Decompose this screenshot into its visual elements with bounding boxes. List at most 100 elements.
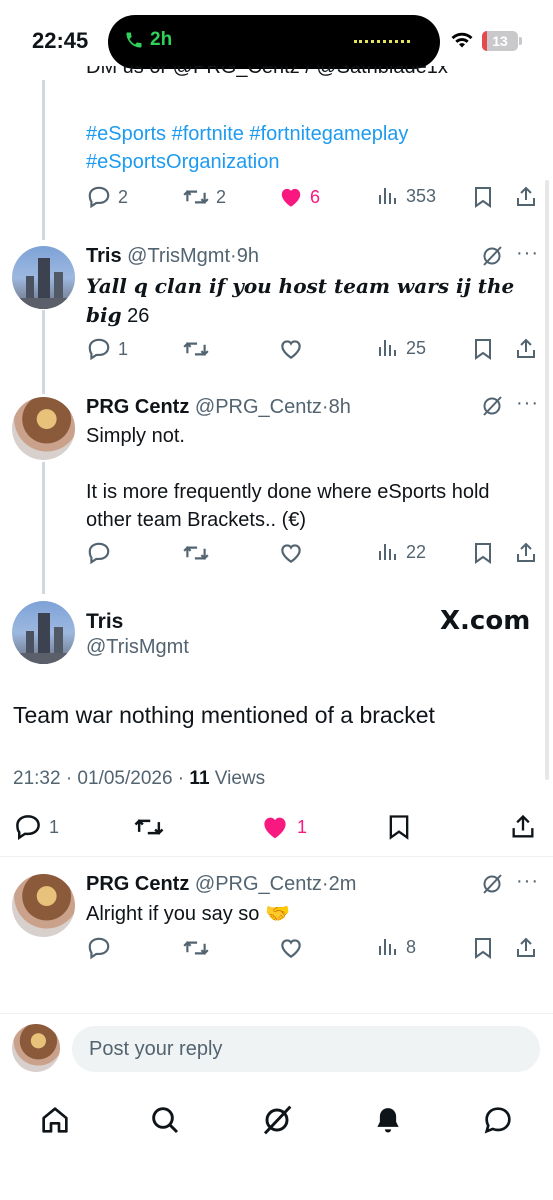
bookmark-icon xyxy=(389,815,409,840)
bookmark-button[interactable] xyxy=(471,935,495,961)
tab-grok[interactable] xyxy=(257,1100,297,1140)
tab-notifications[interactable] xyxy=(368,1100,408,1140)
repost-icon xyxy=(183,941,209,955)
views-button[interactable]: 353 xyxy=(376,184,436,208)
tab-messages[interactable] xyxy=(478,1100,518,1140)
display-name[interactable]: Tris xyxy=(86,245,122,267)
tweet-header: Tris @TrisMgmt·9h xyxy=(86,245,259,268)
like-button[interactable]: 1 xyxy=(259,812,307,842)
bookmark-button[interactable] xyxy=(471,184,495,210)
share-icon xyxy=(517,542,535,562)
repost-button[interactable] xyxy=(133,812,165,842)
more-options-icon[interactable]: ··· xyxy=(516,242,539,265)
handle[interactable]: @TrisMgmt xyxy=(127,245,230,267)
call-indicator[interactable]: 2h xyxy=(124,29,172,51)
more-options-icon[interactable]: ··· xyxy=(516,870,539,893)
tweet-text-line: It is more frequently done where eSports… xyxy=(86,481,490,531)
like-button[interactable]: 6 xyxy=(278,184,320,210)
thread-connector xyxy=(42,310,45,394)
avatar[interactable] xyxy=(12,601,75,664)
like-button[interactable] xyxy=(278,540,304,566)
avatar[interactable] xyxy=(12,397,75,460)
share-button[interactable] xyxy=(514,336,538,362)
share-button[interactable] xyxy=(514,184,538,210)
handle[interactable]: @TrisMgmt xyxy=(86,636,189,659)
bookmark-button[interactable] xyxy=(471,336,495,362)
reply-button[interactable]: 1 xyxy=(86,336,128,362)
heart-icon xyxy=(281,340,301,359)
tweet-text: Alright if you say so 🤝 xyxy=(86,903,290,925)
reply-count: 1 xyxy=(49,816,60,837)
views-button[interactable]: 8 xyxy=(376,935,416,959)
repost-icon xyxy=(183,190,209,204)
share-button[interactable] xyxy=(514,935,538,961)
reply-icon xyxy=(88,338,110,361)
tweet-header: PRG Centz @PRG_Centz·8h xyxy=(86,396,351,419)
share-icon xyxy=(517,338,535,358)
avatar[interactable] xyxy=(12,874,75,937)
bottom-tab-bar xyxy=(0,1090,553,1150)
clock: 22:45 xyxy=(32,28,89,53)
tweet-actions: 22 xyxy=(86,540,541,570)
views-button[interactable]: 25 xyxy=(376,336,426,360)
grok-icon[interactable] xyxy=(480,244,504,268)
reply-button[interactable] xyxy=(86,540,112,566)
hashtag-line[interactable]: #eSports #fortnite #fortnitegameplay xyxy=(86,120,526,148)
handle[interactable]: @PRG_Centz xyxy=(195,396,322,418)
hashtags[interactable]: #eSports #fortnite #fortnitegameplay #eS… xyxy=(86,120,526,176)
repost-icon xyxy=(183,342,209,356)
messages-icon xyxy=(484,1107,511,1134)
tweet-time: 2m xyxy=(328,873,357,895)
views-button[interactable]: 22 xyxy=(376,540,426,564)
bookmark-icon xyxy=(475,187,491,208)
bookmark-button[interactable] xyxy=(385,812,413,842)
battery-indicator: 13 xyxy=(482,31,518,51)
own-avatar[interactable] xyxy=(12,1024,60,1072)
scrollbar[interactable] xyxy=(545,180,549,780)
separator-dot: · xyxy=(230,245,237,267)
tab-search[interactable] xyxy=(145,1100,185,1140)
share-button[interactable] xyxy=(509,812,537,842)
tab-home[interactable] xyxy=(35,1100,75,1140)
home-icon xyxy=(42,1107,68,1133)
reply-input[interactable] xyxy=(72,1026,540,1072)
hashtag-line[interactable]: #eSportsOrganization xyxy=(86,148,526,176)
more-options-icon[interactable]: ··· xyxy=(516,392,539,415)
phone-icon xyxy=(126,32,142,48)
tweet-header: PRG Centz @PRG_Centz·2m xyxy=(86,873,356,896)
tweet-actions: 2 2 6 353 xyxy=(86,184,541,214)
views-icon xyxy=(379,340,396,356)
tweet-actions: 1 1 xyxy=(13,812,543,844)
display-name[interactable]: Tris xyxy=(86,610,123,634)
repost-button[interactable] xyxy=(182,540,210,566)
reply-button[interactable]: 1 xyxy=(13,812,59,842)
repost-button[interactable] xyxy=(182,336,210,362)
grok-icon[interactable] xyxy=(480,394,504,418)
reply-icon xyxy=(88,186,110,209)
repost-button[interactable]: 2 xyxy=(182,184,226,210)
reply-icon xyxy=(88,937,110,960)
heart-icon xyxy=(281,544,301,563)
share-button[interactable] xyxy=(514,540,538,566)
reply-button[interactable] xyxy=(86,935,112,961)
display-name[interactable]: PRG Centz xyxy=(86,873,189,895)
tweet-time: 8h xyxy=(328,396,351,418)
repost-button[interactable] xyxy=(182,935,210,961)
reply-button[interactable]: 2 xyxy=(86,184,128,210)
tweet-time: 9h xyxy=(236,245,259,267)
repost-count: 2 xyxy=(216,186,227,207)
dynamic-island[interactable]: 2h xyxy=(108,15,440,69)
bookmark-icon xyxy=(475,938,491,959)
display-name[interactable]: PRG Centz xyxy=(86,396,189,418)
bookmark-button[interactable] xyxy=(471,540,495,566)
like-button[interactable] xyxy=(278,935,304,961)
views-count: 22 xyxy=(406,541,427,562)
avatar[interactable] xyxy=(12,246,75,309)
handle[interactable]: @PRG_Centz xyxy=(195,873,322,895)
reply-count: 1 xyxy=(118,338,129,359)
like-button[interactable] xyxy=(278,336,304,362)
reply-count: 2 xyxy=(118,186,129,207)
grok-icon[interactable] xyxy=(480,872,504,896)
thread-connector xyxy=(42,80,45,240)
bookmark-icon xyxy=(475,543,491,564)
